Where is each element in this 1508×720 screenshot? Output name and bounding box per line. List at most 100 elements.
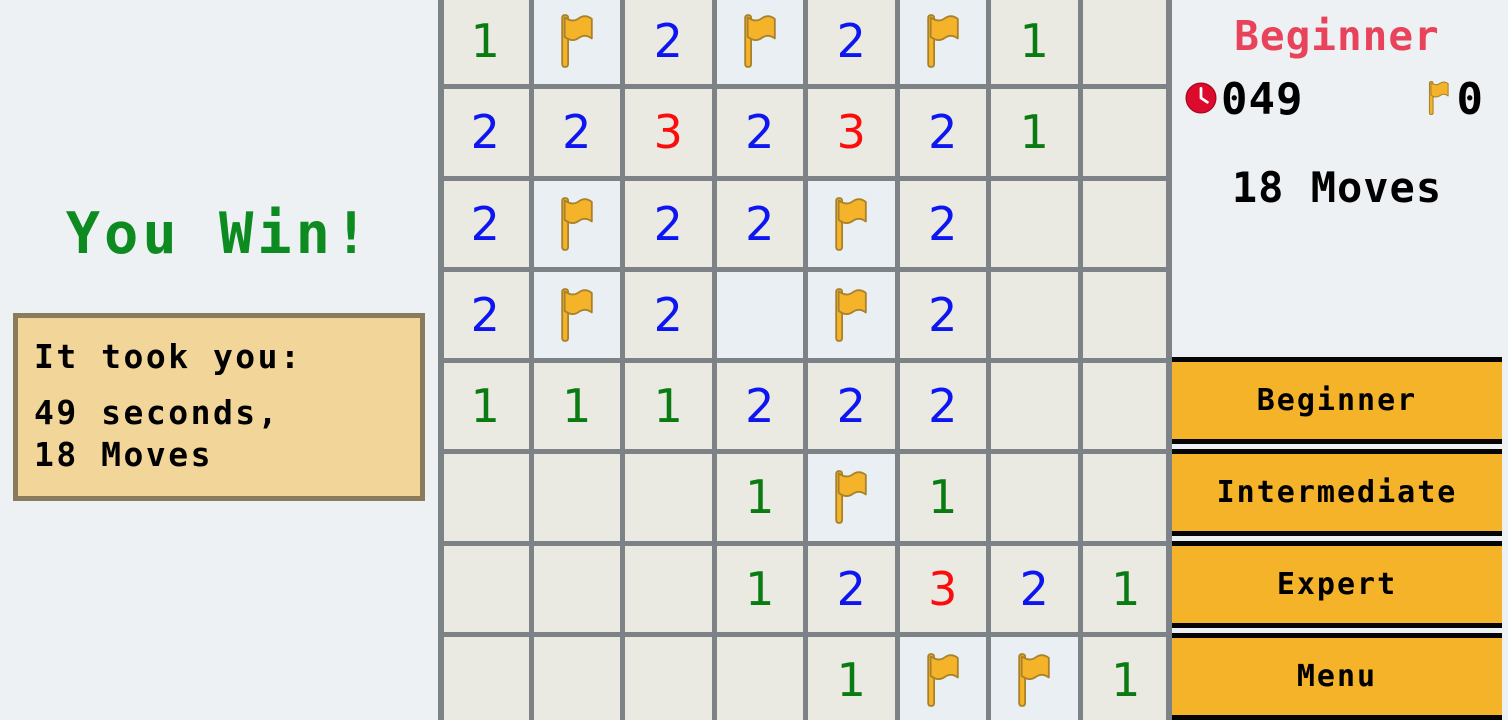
cell-number-label: 2 xyxy=(470,105,500,160)
cell-number[interactable]: 2 xyxy=(899,180,986,267)
cell-number[interactable]: 2 xyxy=(808,0,895,85)
cell-flag[interactable] xyxy=(899,0,986,85)
cell-empty[interactable] xyxy=(1082,363,1166,450)
cell-empty[interactable] xyxy=(533,454,620,541)
cell-empty[interactable] xyxy=(991,454,1078,541)
button-label: Beginner xyxy=(1256,383,1418,418)
flag-icon xyxy=(1008,652,1060,708)
cell-number[interactable]: 1 xyxy=(716,454,803,541)
button-expert[interactable]: Expert xyxy=(1172,541,1502,628)
cell-number[interactable]: 1 xyxy=(533,363,620,450)
cell-number[interactable]: 3 xyxy=(808,89,895,176)
cell-number-label: 1 xyxy=(1111,652,1141,707)
cell-number-label: 2 xyxy=(928,379,958,434)
cell-empty[interactable] xyxy=(1082,89,1166,176)
cell-number[interactable]: 1 xyxy=(1082,545,1166,632)
cell-empty[interactable] xyxy=(444,636,529,720)
result-summary-box: It took you: 49 seconds, 18 Moves xyxy=(13,312,425,502)
cell-number[interactable]: 1 xyxy=(716,545,803,632)
button-intermediate[interactable]: Intermediate xyxy=(1172,449,1502,536)
cell-number[interactable]: 2 xyxy=(991,545,1078,632)
cell-number[interactable]: 1 xyxy=(444,0,529,85)
cell-number[interactable]: 2 xyxy=(716,363,803,450)
status-area: Beginner 049 0 18 Moves xyxy=(1172,0,1502,357)
cell-number[interactable]: 2 xyxy=(625,0,712,85)
cell-number[interactable]: 2 xyxy=(899,89,986,176)
cell-empty[interactable] xyxy=(444,545,529,632)
clock-icon xyxy=(1184,81,1221,119)
cell-empty[interactable] xyxy=(625,545,712,632)
flag-icon xyxy=(734,13,786,69)
cell-empty[interactable] xyxy=(444,454,529,541)
cell-flag[interactable] xyxy=(899,636,986,720)
cell-number-label: 3 xyxy=(836,105,866,160)
cell-number[interactable]: 1 xyxy=(899,454,986,541)
minesweeper-grid[interactable]: 1 2 2 1 2 2 3 2 3 2 1 2 2 2 2 2 2 2 1 1 1 2 2 2 1 1 1 2 3 2 1 1 1 xyxy=(444,0,1166,720)
cell-number[interactable]: 2 xyxy=(899,363,986,450)
cell-flag[interactable] xyxy=(808,180,895,267)
cell-number-label: 1 xyxy=(470,14,500,69)
cell-empty[interactable] xyxy=(716,636,803,720)
cell-empty[interactable] xyxy=(1082,271,1166,358)
flag-icon xyxy=(551,287,603,343)
cell-flag[interactable] xyxy=(716,0,803,85)
cell-number[interactable]: 2 xyxy=(625,271,712,358)
cell-empty[interactable] xyxy=(533,545,620,632)
button-beginner[interactable]: Beginner xyxy=(1172,357,1502,444)
cell-empty[interactable] xyxy=(991,180,1078,267)
cell-number[interactable]: 2 xyxy=(716,180,803,267)
cell-number-label: 1 xyxy=(928,470,958,525)
cell-empty[interactable] xyxy=(533,636,620,720)
cell-number-label: 2 xyxy=(653,14,683,69)
cell-number[interactable]: 2 xyxy=(533,89,620,176)
cell-number-label: 1 xyxy=(1111,561,1141,616)
cell-number[interactable]: 2 xyxy=(899,271,986,358)
cell-flag[interactable] xyxy=(808,454,895,541)
button-menu[interactable]: Menu xyxy=(1172,633,1502,720)
sidebar: Beginner 049 0 18 Moves Beginner Interme… xyxy=(1166,0,1502,720)
cell-number[interactable]: 3 xyxy=(625,89,712,176)
cell-number-label: 1 xyxy=(745,470,775,525)
cell-number[interactable]: 2 xyxy=(444,180,529,267)
flag-icon xyxy=(551,13,603,69)
cell-empty[interactable] xyxy=(991,271,1078,358)
cell-flag[interactable] xyxy=(808,271,895,358)
button-label: Expert xyxy=(1276,567,1398,602)
cell-number[interactable]: 1 xyxy=(991,0,1078,85)
cell-empty[interactable] xyxy=(991,363,1078,450)
cell-number-label: 1 xyxy=(470,379,500,434)
cell-number-label: 2 xyxy=(653,287,683,342)
cell-number[interactable]: 1 xyxy=(1082,636,1166,720)
cell-empty[interactable] xyxy=(1082,180,1166,267)
cell-flag[interactable] xyxy=(991,636,1078,720)
cell-flag[interactable] xyxy=(533,180,620,267)
cell-number-label: 2 xyxy=(470,196,500,251)
win-panel: You Win! It took you: 49 seconds, 18 Mov… xyxy=(0,0,444,720)
cell-empty[interactable] xyxy=(625,636,712,720)
cell-flag[interactable] xyxy=(533,271,620,358)
cell-empty[interactable] xyxy=(625,454,712,541)
cell-number[interactable]: 3 xyxy=(899,545,986,632)
flag-icon xyxy=(825,469,877,525)
cell-number-label: 1 xyxy=(745,561,775,616)
cell-number[interactable]: 1 xyxy=(808,636,895,720)
cell-number[interactable]: 2 xyxy=(444,271,529,358)
cell-number[interactable]: 2 xyxy=(716,89,803,176)
cell-number[interactable]: 1 xyxy=(444,363,529,450)
cell-empty[interactable] xyxy=(1082,454,1166,541)
win-title: You Win! xyxy=(65,200,373,267)
cell-number[interactable]: 1 xyxy=(625,363,712,450)
cell-empty-revealed[interactable] xyxy=(716,271,803,358)
cell-number-label: 2 xyxy=(745,196,775,251)
result-intro-text: It took you: xyxy=(34,336,303,376)
cell-flag[interactable] xyxy=(533,0,620,85)
cell-number[interactable]: 2 xyxy=(808,545,895,632)
cell-number[interactable]: 2 xyxy=(625,180,712,267)
cell-empty[interactable] xyxy=(1082,0,1166,85)
cell-number[interactable]: 2 xyxy=(808,363,895,450)
cell-number[interactable]: 2 xyxy=(444,89,529,176)
flag-counter: 0 xyxy=(1422,74,1491,125)
cell-number[interactable]: 1 xyxy=(991,89,1078,176)
cell-number-label: 3 xyxy=(653,105,683,160)
cell-number-label: 1 xyxy=(836,652,866,707)
